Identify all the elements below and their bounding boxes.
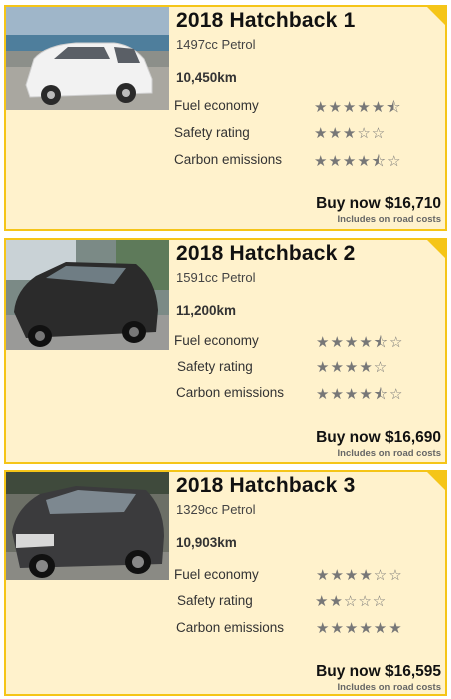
corner-flag-icon [425,5,447,27]
mileage: 10,450km [176,70,237,85]
star-rating-icon: ★★★☆☆ [314,124,387,142]
star-rating-icon: ★★☆☆☆ [315,592,388,610]
star-rating-icon: ★★★★★⯪ [314,98,402,116]
car-photo-2[interactable] [6,240,169,350]
rating-label: Carbon emissions [176,620,285,635]
star-rating-icon: ★★★★⯪☆ [316,385,404,403]
road-costs-note: Includes on road costs [337,214,441,225]
mileage: 11,200km [176,303,237,318]
road-costs-note: Includes on road costs [337,682,441,693]
listing-title[interactable]: 2018 Hatchback 2 [176,242,355,266]
car-photo-3[interactable] [6,472,169,580]
rating-label: Carbon emissions [174,152,283,167]
car-photo-1[interactable] [6,7,169,110]
listing-card-2[interactable]: 2018 Hatchback 2 1591cc Petrol 11,200km … [4,238,447,464]
listing-card-1[interactable]: 2018 Hatchback 1 1497cc Petrol 10,450km … [4,5,447,231]
rating-label: Safety rating [177,359,253,374]
rating-label: Fuel economy [174,567,259,582]
star-rating-icon: ★★★★★★ [316,619,403,637]
buy-now-price[interactable]: Buy now $16,595 [316,663,441,681]
rating-label: Fuel economy [174,333,259,348]
engine-spec: 1591cc Petrol [176,270,256,285]
star-rating-icon: ★★★★⯪☆ [314,152,402,170]
corner-flag-icon [425,470,447,492]
engine-spec: 1497cc Petrol [176,37,256,52]
rating-label: Safety rating [177,593,253,608]
corner-flag-icon [425,238,447,260]
listing-title[interactable]: 2018 Hatchback 3 [176,474,355,498]
buy-now-price[interactable]: Buy now $16,710 [316,195,441,213]
listing-card-3[interactable]: 2018 Hatchback 3 1329cc Petrol 10,903km … [4,470,447,696]
rating-label: Fuel economy [174,98,259,113]
engine-spec: 1329cc Petrol [176,502,256,517]
road-costs-note: Includes on road costs [337,448,441,459]
star-rating-icon: ★★★★☆ [316,358,389,376]
mileage: 10,903km [176,535,237,550]
star-rating-icon: ★★★★☆☆ [316,566,403,584]
listing-list: 2018 Hatchback 1 1497cc Petrol 10,450km … [0,0,451,699]
star-rating-icon: ★★★★⯪☆ [316,333,404,351]
listing-title[interactable]: 2018 Hatchback 1 [176,9,355,33]
rating-label: Safety rating [174,125,250,140]
buy-now-price[interactable]: Buy now $16,690 [316,429,441,447]
rating-label: Carbon emissions [176,385,285,400]
